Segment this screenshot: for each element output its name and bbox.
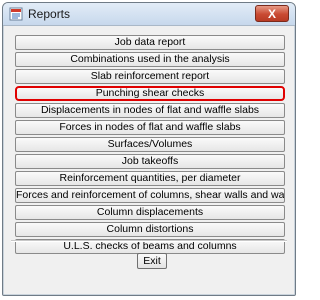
reports-dialog: Reports X Job data report Combinations u… <box>2 2 296 296</box>
report-forces-flat-waffle-button[interactable]: Forces in nodes of flat and waffle slabs <box>15 120 285 135</box>
report-displacements-flat-waffle-button[interactable]: Displacements in nodes of flat and waffl… <box>15 103 285 118</box>
report-job-data-button[interactable]: Job data report <box>15 35 285 50</box>
reports-app-icon <box>9 7 23 21</box>
exit-button[interactable]: Exit <box>137 253 167 269</box>
close-icon: X <box>267 6 276 21</box>
report-columns-walls-button[interactable]: Forces and reinforcement of columns, she… <box>15 188 285 203</box>
report-surfaces-volumes-button[interactable]: Surfaces/Volumes <box>15 137 285 152</box>
window-title: Reports <box>28 7 71 21</box>
report-list: Job data report Combinations used in the… <box>9 29 289 266</box>
close-button[interactable]: X <box>255 5 289 22</box>
report-job-takeoffs-button[interactable]: Job takeoffs <box>15 154 285 169</box>
title-bar: Reports X <box>3 3 295 26</box>
report-reinforcement-quantities-button[interactable]: Reinforcement quantities, per diameter <box>15 171 285 186</box>
report-column-distortions-button[interactable]: Column distortions <box>15 222 285 237</box>
report-column-displacements-button[interactable]: Column displacements <box>15 205 285 220</box>
report-combinations-button[interactable]: Combinations used in the analysis <box>15 52 285 67</box>
divider <box>11 240 287 242</box>
report-slab-reinforcement-button[interactable]: Slab reinforcement report <box>15 69 285 84</box>
report-punching-shear-button[interactable]: Punching shear checks <box>15 86 285 101</box>
